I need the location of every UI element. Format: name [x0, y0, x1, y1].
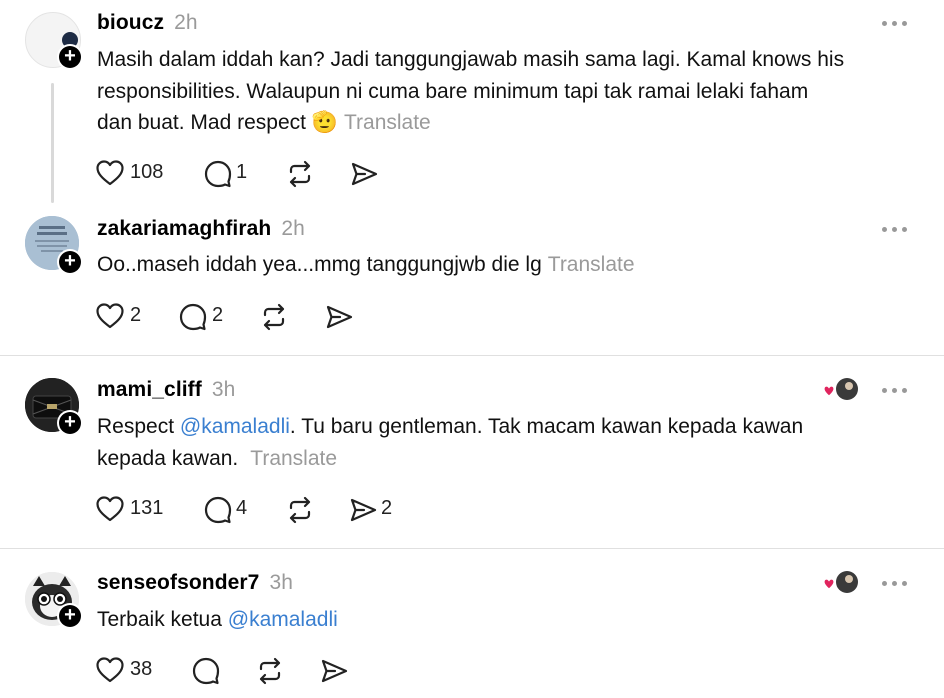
post-header: senseofsonder7 3h — [97, 571, 293, 595]
share-icon — [321, 659, 348, 683]
reply-icon — [179, 303, 207, 331]
follow-button[interactable]: + — [57, 249, 83, 275]
username[interactable]: senseofsonder7 — [97, 571, 259, 594]
mention-link[interactable]: @kamaladli — [180, 415, 290, 438]
heart-icon — [96, 160, 124, 186]
post-text: Terbaik ketua — [97, 608, 228, 631]
follow-button[interactable]: + — [57, 410, 83, 436]
timestamp: 3h — [211, 378, 236, 401]
mention-link[interactable]: @kamaladli — [228, 608, 338, 631]
reply-button[interactable]: 1 — [204, 158, 264, 188]
post-text: . Tu baru gentleman. Tak macam kawan kep… — [289, 415, 804, 438]
more-icon[interactable] — [882, 224, 910, 234]
reply-button[interactable]: 2 — [179, 301, 239, 331]
share-button[interactable] — [350, 158, 380, 188]
plus-icon: + — [59, 412, 81, 434]
share-button[interactable]: 2 — [349, 494, 409, 524]
share-icon — [351, 162, 378, 186]
repost-button[interactable] — [286, 494, 316, 524]
repost-icon — [263, 303, 285, 331]
username[interactable]: bioucz — [97, 11, 164, 34]
plus-icon: + — [59, 605, 81, 627]
post-text-line: kepada kawan. — [97, 446, 239, 470]
repost-button[interactable] — [260, 301, 290, 331]
like-button[interactable]: 131 — [96, 494, 176, 524]
post-body: Terbaik ketua @kamaladli — [97, 604, 917, 636]
post-body: Masih dalam iddah kan? Jadi tanggungjawa… — [97, 44, 917, 139]
share-icon — [326, 305, 353, 329]
reply-icon — [204, 496, 232, 524]
like-button[interactable]: 38 — [96, 655, 166, 685]
translate-link[interactable]: Translate — [250, 447, 337, 470]
reply-count: 1 — [236, 161, 248, 183]
plus-icon: + — [59, 46, 81, 68]
more-icon[interactable] — [882, 578, 910, 588]
reply-count: 2 — [212, 304, 224, 326]
follow-button[interactable]: + — [57, 44, 83, 70]
like-count: 108 — [130, 161, 164, 183]
username[interactable]: mami_cliff — [97, 378, 202, 401]
reply-button[interactable]: 4 — [204, 494, 264, 524]
reply-button[interactable] — [192, 655, 222, 685]
post-header: zakariamaghfirah 2h — [97, 217, 305, 241]
post-text-line: dan buat. Mad respect — [97, 111, 306, 134]
repost-button[interactable] — [256, 655, 286, 685]
follow-button[interactable]: + — [57, 603, 83, 629]
post-body: Oo..maseh iddah yea...mmg tanggungjwb di… — [97, 249, 917, 281]
reply-icon — [192, 657, 220, 685]
share-button[interactable] — [320, 655, 350, 685]
saluting-emoji: 🫡 — [311, 111, 338, 134]
like-count: 38 — [130, 658, 153, 680]
translate-link[interactable]: Translate — [344, 111, 431, 134]
share-count: 2 — [381, 497, 393, 519]
like-count: 2 — [130, 304, 142, 326]
repost-button[interactable] — [286, 158, 316, 188]
like-button[interactable]: 108 — [96, 158, 176, 188]
timestamp: 3h — [269, 571, 294, 594]
more-icon[interactable] — [882, 18, 910, 28]
share-icon — [350, 498, 377, 522]
post-body: Respect @kamaladli. Tu baru gentleman. T… — [97, 411, 917, 474]
reply-icon — [204, 160, 232, 188]
post-text: Respect — [97, 415, 180, 438]
post-text-line: responsibilities. Walaupun ni cuma bare … — [97, 79, 809, 103]
share-button[interactable] — [325, 301, 355, 331]
heart-icon — [96, 657, 124, 683]
translate-link[interactable]: Translate — [548, 253, 635, 276]
liked-by-author-icon — [822, 570, 858, 596]
plus-icon: + — [59, 251, 81, 273]
reply-count: 4 — [236, 497, 248, 519]
divider — [0, 548, 944, 549]
liked-by-author-icon — [822, 377, 858, 403]
more-icon[interactable] — [882, 385, 910, 395]
timestamp: 2h — [174, 11, 198, 34]
timestamp: 2h — [281, 217, 305, 240]
repost-icon — [289, 496, 311, 524]
post-header: bioucz 2h — [97, 11, 198, 35]
thread-line — [51, 83, 54, 203]
like-count: 131 — [130, 497, 164, 519]
like-button[interactable]: 2 — [96, 301, 156, 331]
repost-icon — [259, 657, 281, 685]
post-text-line: Masih dalam iddah kan? Jadi tanggungjawa… — [97, 48, 845, 71]
heart-icon — [96, 496, 124, 522]
post-text: Oo..maseh iddah yea...mmg tanggungjwb di… — [97, 253, 542, 276]
repost-icon — [289, 160, 311, 188]
post-header: mami_cliff 3h — [97, 378, 235, 402]
heart-icon — [96, 303, 124, 329]
divider — [0, 355, 944, 356]
username[interactable]: zakariamaghfirah — [97, 217, 271, 240]
